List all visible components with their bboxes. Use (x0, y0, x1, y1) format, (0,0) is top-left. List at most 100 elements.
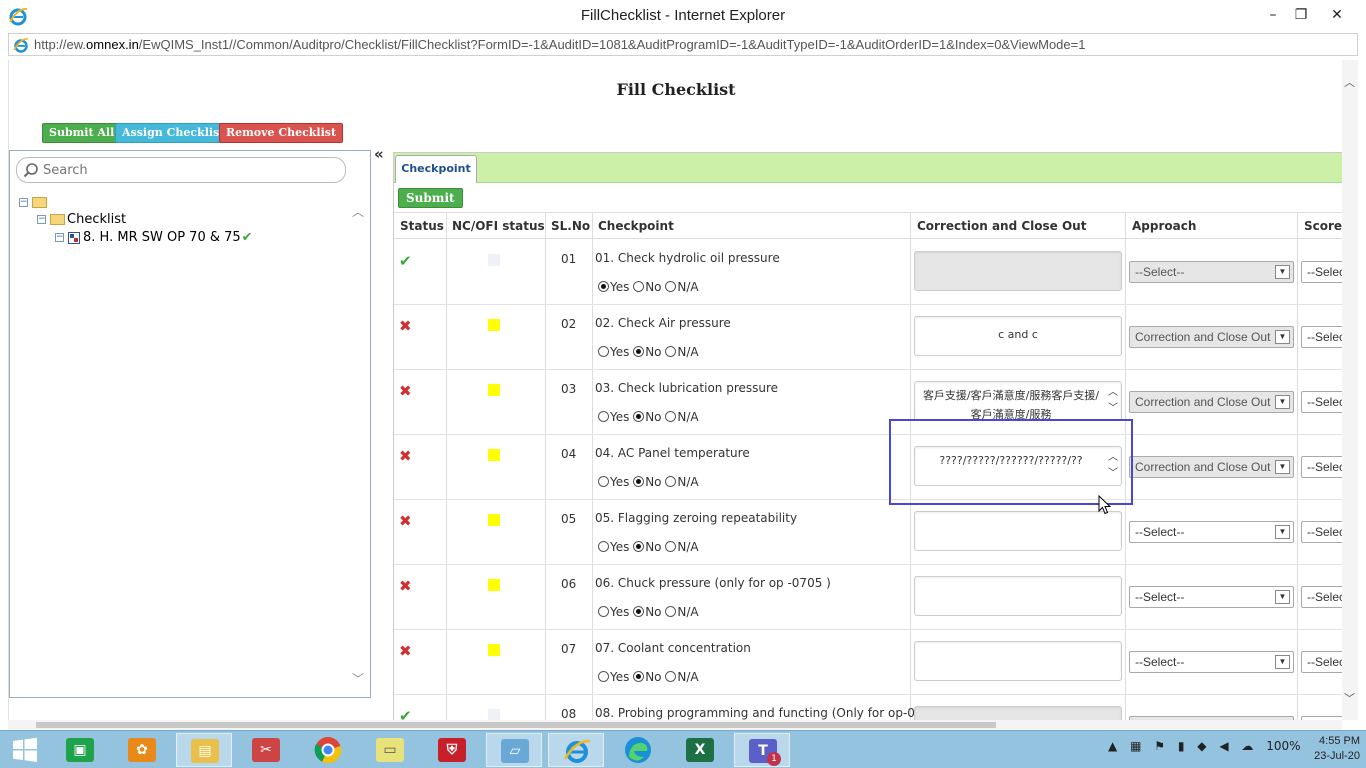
volume-icon[interactable]: ◀ (1219, 739, 1228, 753)
chevron-down-icon[interactable]: ▼ (1275, 265, 1290, 279)
chevron-down-icon[interactable]: ▼ (1275, 330, 1290, 344)
col-checkpoint[interactable]: Checkpoint (598, 219, 674, 233)
radio-yes[interactable] (598, 476, 609, 487)
taskbar-edge[interactable] (610, 733, 666, 767)
tree-node-root[interactable]: − (19, 195, 49, 210)
taskbar-snipping-tool[interactable]: ✂ (238, 733, 294, 767)
search-icon (23, 163, 38, 178)
radio-na[interactable] (665, 281, 677, 292)
taskbar-notepad[interactable]: ▱ (486, 733, 542, 767)
approach-select: Correction and Close Out ▼ (1129, 391, 1294, 413)
correction-textarea[interactable] (914, 641, 1122, 681)
chevron-down-icon[interactable]: ▼ (1275, 460, 1290, 474)
radio-no[interactable] (633, 476, 645, 487)
radio-na[interactable] (665, 476, 677, 487)
tray-security-icon[interactable]: ◆ (1197, 739, 1206, 753)
taskbar-chrome[interactable] (300, 733, 356, 767)
submit-all-button[interactable]: Submit All (42, 123, 122, 143)
taskbar-clock[interactable]: 4:55 PM 23-Jul-20 (1290, 734, 1360, 764)
onedrive-cloud-icon[interactable]: ☁ (1241, 739, 1253, 753)
textarea-scroll-down-icon[interactable]: ﹀ (1108, 399, 1118, 418)
radio-yes[interactable] (598, 411, 609, 422)
scroll-up-icon[interactable]: ︿ (1344, 74, 1355, 90)
taskbar-excel[interactable]: X (672, 733, 728, 767)
col-approach[interactable]: Approach (1132, 219, 1196, 233)
radio-yes[interactable] (598, 281, 609, 292)
taskbar-app-flower[interactable]: ✿ (114, 733, 170, 767)
assign-checklist-button[interactable]: Assign Checklist (115, 123, 232, 143)
answer-radio-group: Yes No N/A (598, 540, 699, 554)
radio-no[interactable] (633, 281, 645, 292)
url-path: /EwQIMS_Inst1//Common/Auditpro/Checklist… (138, 37, 1086, 52)
tree-search-input[interactable] (43, 161, 333, 179)
horizontal-scrollbar[interactable] (8, 720, 1342, 730)
approach-value: Correction and Close Out (1135, 460, 1271, 474)
correction-textarea[interactable]: c and c (914, 316, 1122, 356)
approach-select[interactable]: --Select-- ▼ (1129, 521, 1294, 543)
close-window-button[interactable]: ✕ (1322, 2, 1352, 28)
radio-na[interactable] (665, 346, 677, 357)
table-row: ✖ 02 02. Check Air pressure Yes No N/A c and… (394, 305, 1358, 370)
taskbar-store[interactable]: ▣ (52, 733, 108, 767)
checkpoint-panel: Checkpoint Submit Status NC/OFI status S… (393, 152, 1358, 720)
submit-button[interactable]: Submit (398, 188, 463, 208)
radio-no[interactable] (633, 346, 645, 357)
tray-app-icon[interactable]: ▦ (1130, 739, 1141, 753)
taskbar-teams[interactable]: T 1 (734, 733, 790, 767)
collapse-toggle-icon[interactable]: − (37, 215, 46, 224)
chevron-down-icon[interactable]: ▼ (1275, 525, 1290, 539)
horizontal-scroll-thumb[interactable] (36, 722, 996, 728)
radio-na[interactable] (665, 411, 677, 422)
tab-checkpoint[interactable]: Checkpoint (395, 155, 477, 183)
tree-scroll-down-icon[interactable]: ﹀ (352, 670, 364, 687)
chevron-down-icon[interactable]: ▼ (1275, 590, 1290, 604)
radio-yes-label: Yes (610, 345, 630, 359)
radio-yes[interactable] (598, 671, 609, 682)
col-nc-ofi[interactable]: NC/OFI status (452, 219, 545, 233)
radio-no[interactable] (633, 606, 645, 617)
collapse-toggle-icon[interactable]: − (55, 233, 64, 242)
scroll-down-icon[interactable]: ﹀ (1344, 690, 1355, 706)
table-row: ✖ 06 06. Chuck pressure (only for op -0705… (394, 565, 1358, 630)
chevron-down-icon[interactable]: ▼ (1275, 395, 1290, 409)
radio-yes[interactable] (598, 606, 609, 617)
col-score[interactable]: Score (1304, 219, 1342, 233)
tray-overflow-icon[interactable]: ▲ (1108, 739, 1117, 753)
tree-node-checklist[interactable]: − Checklist (37, 212, 126, 227)
approach-select[interactable]: --Select-- ▼ (1129, 651, 1294, 673)
radio-no[interactable] (633, 411, 645, 422)
tree-scroll-up-icon[interactable]: ︿ (352, 203, 364, 220)
network-signal-icon[interactable]: ▮ (1178, 739, 1185, 753)
tree-node-item[interactable]: − 8. H. MR SW OP 70 & 75✔ (55, 230, 253, 245)
radio-na[interactable] (665, 606, 677, 617)
col-slno[interactable]: SL.No (551, 219, 590, 233)
radio-na[interactable] (665, 671, 677, 682)
radio-yes[interactable] (598, 346, 609, 357)
taskbar-sticky-notes[interactable]: ▭ (362, 733, 418, 767)
radio-yes[interactable] (598, 541, 609, 552)
taskbar-security[interactable]: ⛨ (424, 733, 480, 767)
address-bar[interactable]: http://ew.omnex.in/EwQIMS_Inst1//Common/… (8, 33, 1358, 56)
radio-no[interactable] (633, 671, 645, 682)
radio-no[interactable] (633, 541, 645, 552)
collapse-toggle-icon[interactable]: − (19, 198, 28, 207)
chevron-down-icon[interactable]: ▼ (1275, 655, 1290, 669)
col-correction[interactable]: Correction and Close Out (917, 219, 1086, 233)
maximize-button[interactable]: ❐ (1286, 2, 1316, 28)
correction-textarea[interactable]: 客戶支援/客戶滿意度/服務客戶支援/客戶滿意度/服務 ︿ ﹀ (914, 381, 1122, 421)
minimize-button[interactable]: – (1258, 2, 1288, 28)
taskbar-file-explorer[interactable]: ▤ (176, 733, 232, 767)
collapse-panel-icon[interactable]: « (374, 145, 384, 163)
start-button[interactable] (0, 733, 50, 767)
correction-textarea[interactable] (914, 511, 1122, 551)
url-text[interactable]: http://ew.omnex.in/EwQIMS_Inst1//Common/… (34, 37, 1085, 52)
action-center-flag-icon[interactable]: ⚑ (1154, 739, 1165, 753)
col-status[interactable]: Status (400, 219, 444, 233)
vertical-scrollbar[interactable]: ︿ ﹀ (1342, 60, 1358, 720)
correction-textarea[interactable] (914, 576, 1122, 616)
taskbar-internet-explorer[interactable] (548, 733, 604, 767)
approach-select[interactable]: --Select-- ▼ (1129, 586, 1294, 608)
remove-checklist-button[interactable]: Remove Checklist (219, 123, 344, 143)
radio-na[interactable] (665, 541, 677, 552)
tree-search-box[interactable] (16, 157, 346, 183)
